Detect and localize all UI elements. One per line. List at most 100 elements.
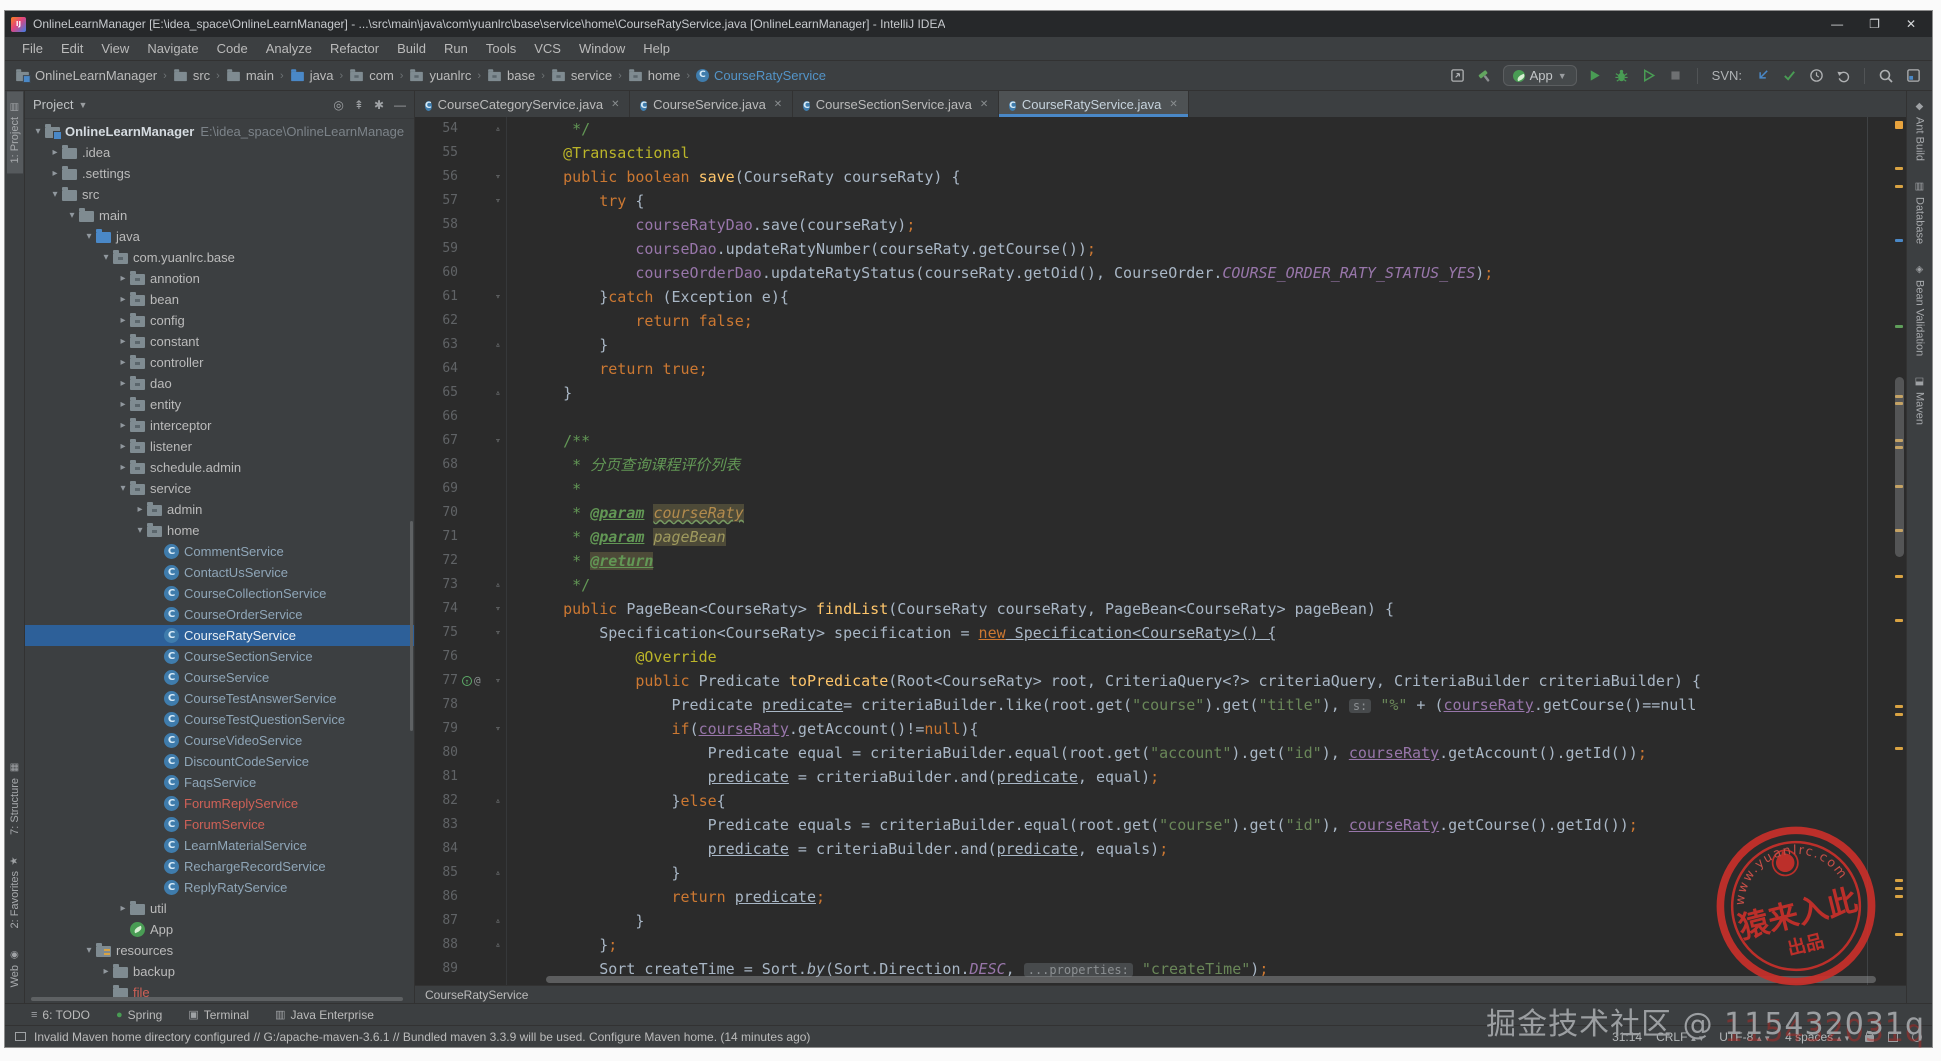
editor-tab-coursecategoryservice-java[interactable]: C CourseCategoryService.java ✕ (415, 91, 631, 117)
breadcrumb-item-yuanlrc[interactable]: yuanlrc (409, 68, 471, 83)
tree-item-forumreplyservice[interactable]: C ForumReplyService (25, 793, 414, 814)
tree-item-bean[interactable]: ▸ bean (25, 289, 414, 310)
code-line-79[interactable]: 79 ▿ if(courseRaty.getAccount()!=null){ (415, 717, 1892, 741)
tree-item-com-yuanlrc-base[interactable]: ▾ com.yuanlrc.base (25, 247, 414, 268)
tree-item-interceptor[interactable]: ▸ interceptor (25, 415, 414, 436)
gutter[interactable]: 54 ▵ (415, 117, 507, 141)
tree-expanded-arrow-icon[interactable]: ▾ (65, 210, 79, 221)
gutter[interactable]: 65 ▵ (415, 381, 507, 405)
panel-settings-gear-icon[interactable]: ✱ (374, 98, 384, 112)
code-line-87[interactable]: 87 ▵ } (415, 909, 1892, 933)
svn-commit-button[interactable] (1780, 67, 1798, 85)
tree-item-courseorderservice[interactable]: C CourseOrderService (25, 604, 414, 625)
gutter[interactable]: 89 (415, 957, 507, 981)
toggle-tool-windows-icon[interactable] (15, 1032, 26, 1041)
menu-item-build[interactable]: Build (388, 37, 435, 60)
menu-item-edit[interactable]: Edit (52, 37, 92, 60)
tree-item-courseratyservice[interactable]: C CourseRatyService (25, 625, 414, 646)
gutter[interactable]: 73 ▵ (415, 573, 507, 597)
hide-panel-icon[interactable]: — (394, 98, 406, 112)
gutter[interactable]: 70 (415, 501, 507, 525)
stop-button[interactable] (1667, 67, 1685, 85)
gutter[interactable]: 55 (415, 141, 507, 165)
gutter[interactable]: 77 ↑ @ ▿ (415, 669, 507, 693)
error-stripe-mark[interactable] (1895, 167, 1903, 170)
gutter[interactable]: 67 ▿ (415, 429, 507, 453)
tree-item-java[interactable]: ▾ java (25, 226, 414, 247)
stripe-button-7-structure[interactable]: 7: Structure ▦ (7, 752, 23, 845)
code-line-86[interactable]: 86 return predicate; (415, 885, 1892, 909)
debug-button[interactable] (1613, 67, 1631, 85)
gutter[interactable]: 82 ▵ (415, 789, 507, 813)
gutter[interactable]: 85 ▵ (415, 861, 507, 885)
gutter[interactable]: 59 (415, 237, 507, 261)
tree-expanded-arrow-icon[interactable]: ▾ (99, 252, 113, 263)
code-line-65[interactable]: 65 ▵ } (415, 381, 1892, 405)
tree-item-dao[interactable]: ▸ dao (25, 373, 414, 394)
tree-collapsed-arrow-icon[interactable]: ▸ (116, 315, 130, 326)
tree-horizontal-scrollbar[interactable] (31, 997, 403, 1001)
code-line-63[interactable]: 63 ▵ } (415, 333, 1892, 357)
gutter[interactable]: 78 (415, 693, 507, 717)
code-line-76[interactable]: 76 @Override (415, 645, 1892, 669)
run-with-coverage-button[interactable] (1640, 67, 1658, 85)
error-stripe-mark[interactable] (1895, 887, 1903, 890)
code-line-75[interactable]: 75 ▿ Specification<CourseRaty> specificat… (415, 621, 1892, 645)
tree-item-onlinelearnmanager[interactable]: ▾ OnlineLearnManager E:\idea_space\Online… (25, 121, 414, 142)
gutter[interactable]: 75 ▿ (415, 621, 507, 645)
fold-end-icon[interactable]: ▵ (490, 933, 506, 957)
menu-item-analyze[interactable]: Analyze (257, 37, 321, 60)
minimize-button[interactable]: — (1831, 17, 1843, 31)
tree-collapsed-arrow-icon[interactable]: ▸ (116, 336, 130, 347)
code-line-58[interactable]: 58 courseRatyDao.save(courseRaty); (415, 213, 1892, 237)
tree-expanded-arrow-icon[interactable]: ▾ (82, 231, 96, 242)
error-stripe-mark[interactable] (1895, 121, 1903, 129)
tree-item-faqsservice[interactable]: C FaqsService (25, 772, 414, 793)
close-button[interactable]: ✕ (1906, 17, 1916, 31)
fold-end-icon[interactable]: ▵ (490, 333, 506, 357)
fold-end-icon[interactable]: ▵ (490, 381, 506, 405)
error-stripe-mark[interactable] (1895, 933, 1903, 936)
search-everywhere-icon[interactable] (1877, 67, 1895, 85)
tree-collapsed-arrow-icon[interactable]: ▸ (48, 147, 62, 158)
tree-item-util[interactable]: ▸ util (25, 898, 414, 919)
tree-expanded-arrow-icon[interactable]: ▾ (82, 945, 96, 956)
tree-item--idea[interactable]: ▸ .idea (25, 142, 414, 163)
tree-item-coursevideoservice[interactable]: C CourseVideoService (25, 730, 414, 751)
gutter[interactable]: 66 (415, 405, 507, 429)
fold-collapse-icon[interactable]: ▿ (490, 285, 506, 309)
tree-expanded-arrow-icon[interactable]: ▾ (31, 126, 45, 137)
gutter[interactable]: 90 (415, 981, 507, 985)
code-line-72[interactable]: 72 * @return (415, 549, 1892, 573)
gutter[interactable]: 86 (415, 885, 507, 909)
tree-item-backup[interactable]: ▸ backup (25, 961, 414, 982)
tree-item-schedule-admin[interactable]: ▸ schedule.admin (25, 457, 414, 478)
tree-item-constant[interactable]: ▸ constant (25, 331, 414, 352)
error-stripe-mark[interactable] (1895, 239, 1903, 242)
menu-item-window[interactable]: Window (570, 37, 634, 60)
fold-end-icon[interactable]: ▵ (490, 573, 506, 597)
gutter[interactable]: 62 (415, 309, 507, 333)
error-stripe-mark[interactable] (1895, 713, 1903, 716)
code-line-64[interactable]: 64 return true; (415, 357, 1892, 381)
gutter[interactable]: 83 (415, 813, 507, 837)
stripe-button-maven[interactable]: ◧ Maven (1912, 366, 1928, 435)
tool-window-button-6-todo[interactable]: ≡ 6: TODO (31, 1008, 90, 1022)
menu-item-view[interactable]: View (92, 37, 138, 60)
tree-item-contactusservice[interactable]: C ContactUsService (25, 562, 414, 583)
gutter[interactable]: 84 (415, 837, 507, 861)
gutter[interactable]: 88 ▵ (415, 933, 507, 957)
tree-item-coursecollectionservice[interactable]: C CourseCollectionService (25, 583, 414, 604)
gutter[interactable]: 71 (415, 525, 507, 549)
menu-item-tools[interactable]: Tools (477, 37, 525, 60)
error-stripe-mark[interactable] (1895, 185, 1903, 188)
tool-window-button-spring[interactable]: ● Spring (116, 1008, 162, 1022)
tool-windows-icon[interactable] (1904, 67, 1922, 85)
gutter[interactable]: 57 ▿ (415, 189, 507, 213)
fold-collapse-icon[interactable]: ▿ (490, 597, 506, 621)
tree-collapsed-arrow-icon[interactable]: ▸ (133, 504, 147, 515)
gutter[interactable]: 60 (415, 261, 507, 285)
gutter[interactable]: 87 ▵ (415, 909, 507, 933)
tool-window-button-java-enterprise[interactable]: ▥ Java Enterprise (275, 1008, 374, 1022)
code-line-54[interactable]: 54 ▵ */ (415, 117, 1892, 141)
